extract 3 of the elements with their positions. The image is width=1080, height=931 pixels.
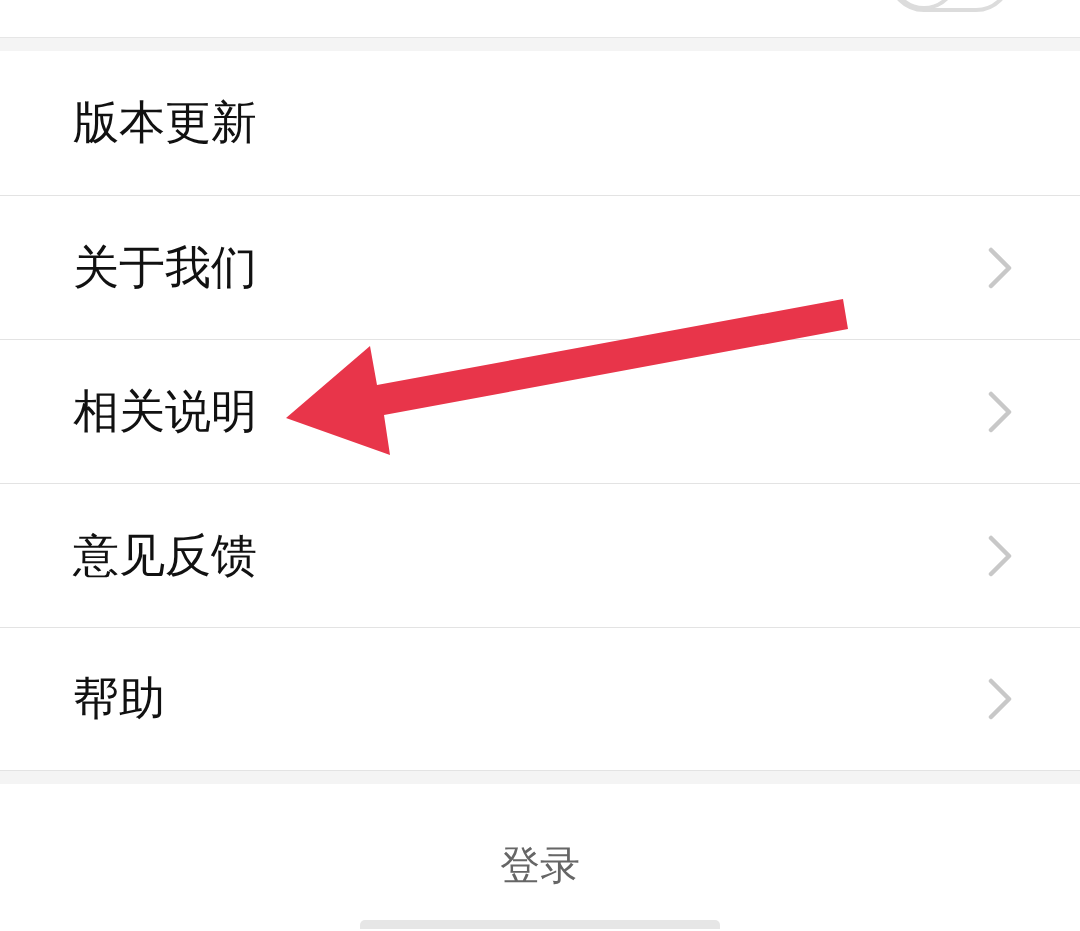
login-button[interactable]: 登录 [490,834,590,897]
menu-item[interactable]: 意见反馈 [0,483,1080,627]
menu-item[interactable]: 版本更新 [0,51,1080,195]
